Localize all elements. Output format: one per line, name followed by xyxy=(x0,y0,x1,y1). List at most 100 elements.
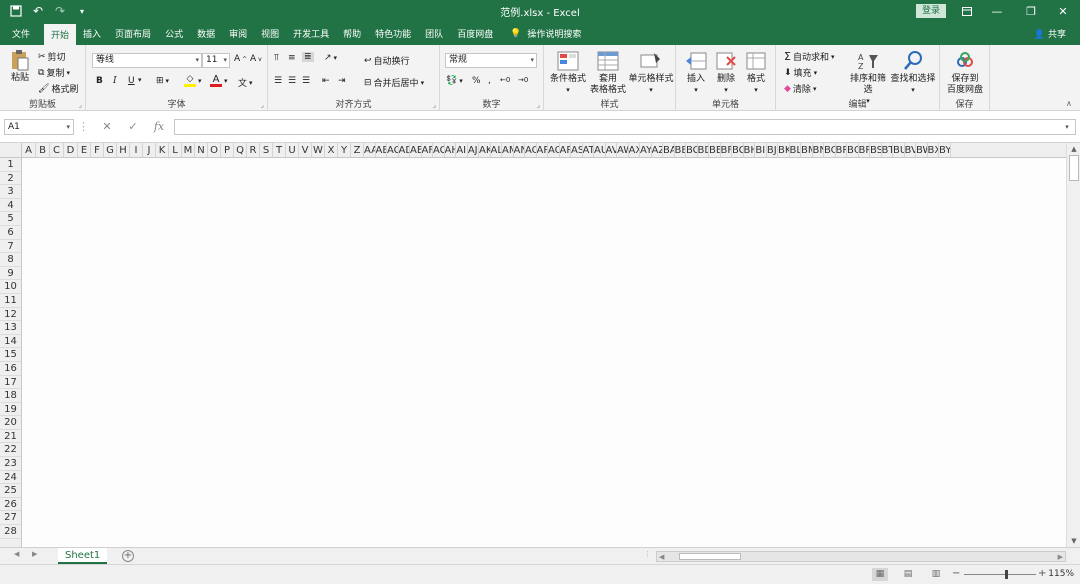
login-button[interactable]: 登录 xyxy=(916,4,946,18)
column-header[interactable]: N xyxy=(195,143,208,157)
save-to-baidu-button[interactable]: 保存到 百度网盘 xyxy=(944,50,986,96)
column-header[interactable]: AT xyxy=(583,143,594,157)
column-header[interactable]: BW xyxy=(916,143,928,157)
format-cells-button[interactable]: 格式 ▾ xyxy=(742,50,770,96)
column-header[interactable]: G xyxy=(104,143,117,157)
merge-center-button[interactable]: ⊟ 合并后居中 ▾ xyxy=(364,76,424,90)
column-header[interactable]: S xyxy=(260,143,273,157)
column-header[interactable]: BM xyxy=(801,143,813,157)
column-header[interactable]: I xyxy=(130,143,143,157)
page-layout-view-icon[interactable]: ▤ xyxy=(900,568,916,581)
vertical-scrollbar[interactable]: ▲ ▼ xyxy=(1066,143,1080,547)
cancel-entry-icon[interactable]: ✕ xyxy=(96,119,118,135)
normal-view-icon[interactable]: ▦ xyxy=(872,568,888,581)
column-header[interactable]: K xyxy=(156,143,169,157)
column-header[interactable]: AN xyxy=(514,143,525,157)
column-header[interactable]: AA xyxy=(364,143,376,157)
orientation-button[interactable]: ↗ ▾ xyxy=(324,53,337,63)
column-header[interactable]: AW xyxy=(617,143,629,157)
column-header[interactable]: P xyxy=(221,143,234,157)
bold-button[interactable]: B xyxy=(96,76,103,86)
column-header[interactable]: AM xyxy=(502,143,514,157)
column-header[interactable]: O xyxy=(208,143,221,157)
tab-special[interactable]: 特色功能 xyxy=(368,22,418,45)
cell-area[interactable] xyxy=(22,158,1066,547)
row-header[interactable]: 14 xyxy=(0,335,21,349)
tab-insert[interactable]: 插入 xyxy=(76,22,108,45)
customize-qat-icon[interactable]: ▾ xyxy=(74,3,90,19)
column-header[interactable]: AG xyxy=(433,143,445,157)
tab-formulas[interactable]: 公式 xyxy=(158,22,190,45)
align-center-button[interactable]: ☰ xyxy=(288,76,296,86)
format-as-table-button[interactable]: 套用 表格格式 xyxy=(590,50,626,96)
row-header[interactable]: 1 xyxy=(0,158,21,172)
formula-input[interactable] xyxy=(174,119,1076,135)
copy-button[interactable]: ⧉ 复制 ▾ xyxy=(38,66,70,80)
tab-help[interactable]: 帮助 xyxy=(336,22,368,45)
column-header[interactable]: C xyxy=(50,143,64,157)
column-header[interactable]: AQ xyxy=(548,143,560,157)
row-header[interactable]: 24 xyxy=(0,471,21,485)
paste-button[interactable]: 粘贴 xyxy=(6,49,34,84)
column-header[interactable]: BA xyxy=(663,143,675,157)
column-header[interactable]: D xyxy=(64,143,78,157)
fill-button[interactable]: ⬇ 填充 ▾ xyxy=(784,66,817,80)
row-header[interactable]: 6 xyxy=(0,226,21,240)
percent-button[interactable]: % xyxy=(472,76,481,86)
expand-formula-bar-icon[interactable]: ▾ xyxy=(1060,119,1074,135)
column-header[interactable]: BI xyxy=(755,143,767,157)
row-header[interactable]: 20 xyxy=(0,416,21,430)
column-header[interactable]: AS xyxy=(571,143,583,157)
tell-me-search[interactable]: 💡 操作说明搜索 xyxy=(500,22,588,45)
column-header[interactable]: BQ xyxy=(847,143,859,157)
column-header[interactable]: BJ xyxy=(767,143,778,157)
dialog-launcher-icon[interactable]: ⌟ xyxy=(261,101,264,109)
column-header[interactable]: T xyxy=(273,143,286,157)
accounting-format-button[interactable]: 💱 ▾ xyxy=(446,76,463,86)
column-header[interactable]: BO xyxy=(824,143,836,157)
font-name-combo[interactable]: 等线 ▾ xyxy=(92,53,202,68)
column-header[interactable]: AV xyxy=(606,143,617,157)
column-header[interactable]: BR xyxy=(859,143,870,157)
align-middle-button[interactable]: ≡ xyxy=(288,53,296,63)
chevron-down-icon[interactable]: ▾ xyxy=(138,76,142,84)
dialog-launcher-icon[interactable]: ⌟ xyxy=(433,101,436,109)
row-header[interactable]: 21 xyxy=(0,430,21,444)
italic-button[interactable]: I xyxy=(113,76,117,86)
minimize-icon[interactable]: — xyxy=(980,0,1014,22)
row-header[interactable]: 17 xyxy=(0,376,21,390)
column-header[interactable]: AH xyxy=(445,143,456,157)
column-header[interactable]: BE xyxy=(709,143,721,157)
phonetic-button[interactable]: 文 ▾ xyxy=(238,76,253,90)
cell-styles-button[interactable]: 单元格样式 ▾ xyxy=(628,50,674,96)
column-header[interactable]: AX xyxy=(629,143,640,157)
sheet-prev-icon[interactable]: ◀ xyxy=(14,550,19,558)
column-header[interactable]: AY xyxy=(640,143,652,157)
column-header[interactable]: AE xyxy=(410,143,422,157)
tab-view[interactable]: 视图 xyxy=(254,22,286,45)
tab-data[interactable]: 数据 xyxy=(190,22,222,45)
row-header[interactable]: 18 xyxy=(0,389,21,403)
row-header[interactable]: 28 xyxy=(0,525,21,539)
insert-cells-button[interactable]: 插入 ▾ xyxy=(682,50,710,96)
column-header[interactable]: AL xyxy=(491,143,502,157)
tab-page-layout[interactable]: 页面布局 xyxy=(108,22,158,45)
column-header[interactable]: B xyxy=(36,143,50,157)
column-header[interactable]: BL xyxy=(790,143,801,157)
column-header[interactable]: Y xyxy=(338,143,351,157)
horizontal-scrollbar[interactable]: ◀ ▶ xyxy=(656,551,1066,562)
row-header[interactable]: 22 xyxy=(0,443,21,458)
undo-icon[interactable]: ↶ xyxy=(30,3,46,19)
column-header[interactable]: E xyxy=(78,143,91,157)
shrink-font-button[interactable]: Av xyxy=(250,54,262,64)
tab-review[interactable]: 审阅 xyxy=(222,22,254,45)
select-all-corner[interactable] xyxy=(0,143,22,158)
column-header[interactable]: Q xyxy=(234,143,247,157)
column-header[interactable]: BT xyxy=(882,143,893,157)
column-header[interactable]: X xyxy=(325,143,338,157)
column-header[interactable]: AR xyxy=(560,143,571,157)
column-header[interactable]: R xyxy=(247,143,260,157)
column-header[interactable]: BB xyxy=(675,143,686,157)
font-size-combo[interactable]: 11 ▾ xyxy=(202,53,230,68)
row-header[interactable]: 10 xyxy=(0,280,21,294)
